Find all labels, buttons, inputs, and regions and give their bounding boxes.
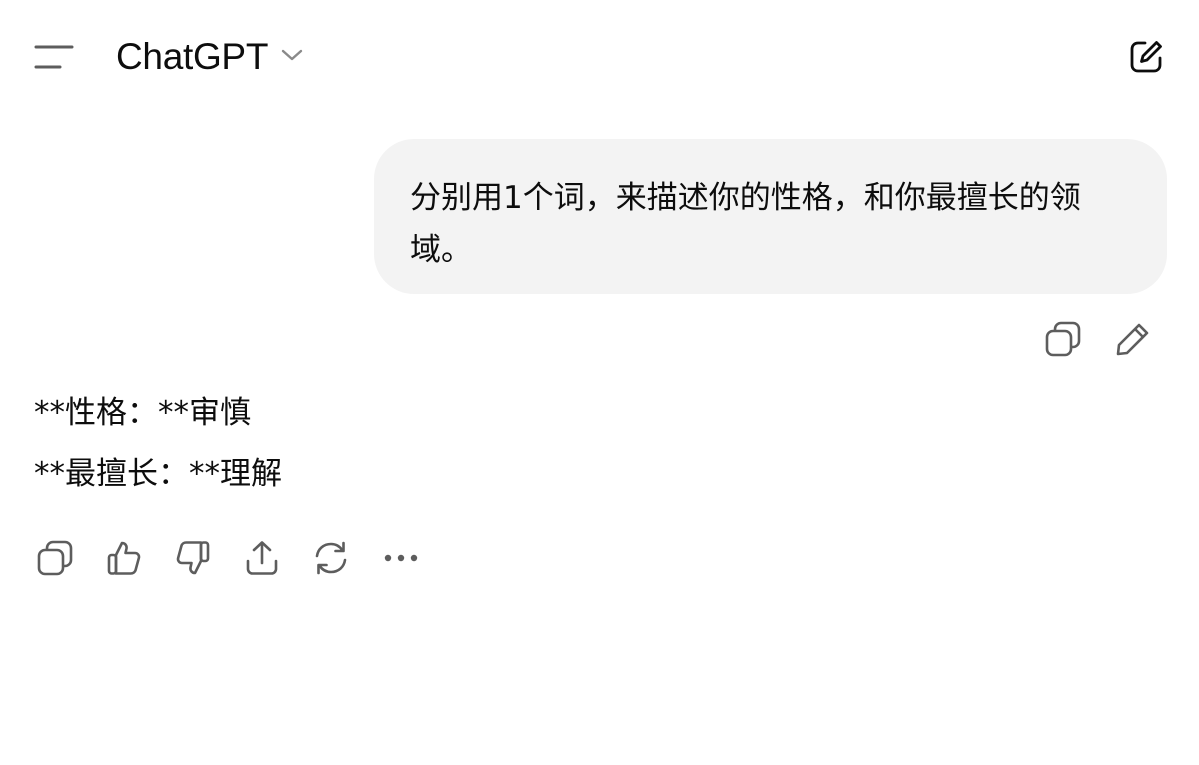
copy-icon (36, 539, 74, 577)
menu-button[interactable] (28, 34, 80, 80)
model-name: ChatGPT (116, 36, 269, 77)
more-icon (383, 553, 419, 563)
thumbs-down-icon (175, 539, 211, 577)
thumbs-up-icon (106, 539, 142, 577)
user-copy-button[interactable] (1038, 314, 1088, 364)
user-edit-button[interactable] (1108, 314, 1158, 364)
more-button[interactable] (376, 533, 426, 583)
copy-button[interactable] (30, 533, 80, 583)
edit-icon (1115, 321, 1151, 357)
regenerate-button[interactable] (306, 533, 356, 583)
thumbs-down-button[interactable] (168, 533, 218, 583)
user-message-text: 分别用1个词，来描述你的性格，和你最擅长的领域。 (410, 180, 1081, 268)
menu-icon (34, 43, 74, 71)
copy-icon (1044, 320, 1082, 358)
model-switcher[interactable]: ChatGPT (116, 34, 304, 80)
assistant-message-line: **最擅长：**理解 (34, 456, 282, 492)
new-chat-icon (1128, 39, 1164, 75)
share-button[interactable] (237, 533, 287, 583)
assistant-message-line: **性格：**审慎 (34, 395, 251, 431)
user-message-bubble: 分别用1个词，来描述你的性格，和你最擅长的领域。 (374, 139, 1167, 294)
thumbs-up-button[interactable] (99, 533, 149, 583)
share-icon (244, 539, 280, 577)
chevron-down-icon (280, 47, 304, 67)
regenerate-icon (312, 539, 350, 577)
new-chat-button[interactable] (1120, 33, 1172, 81)
